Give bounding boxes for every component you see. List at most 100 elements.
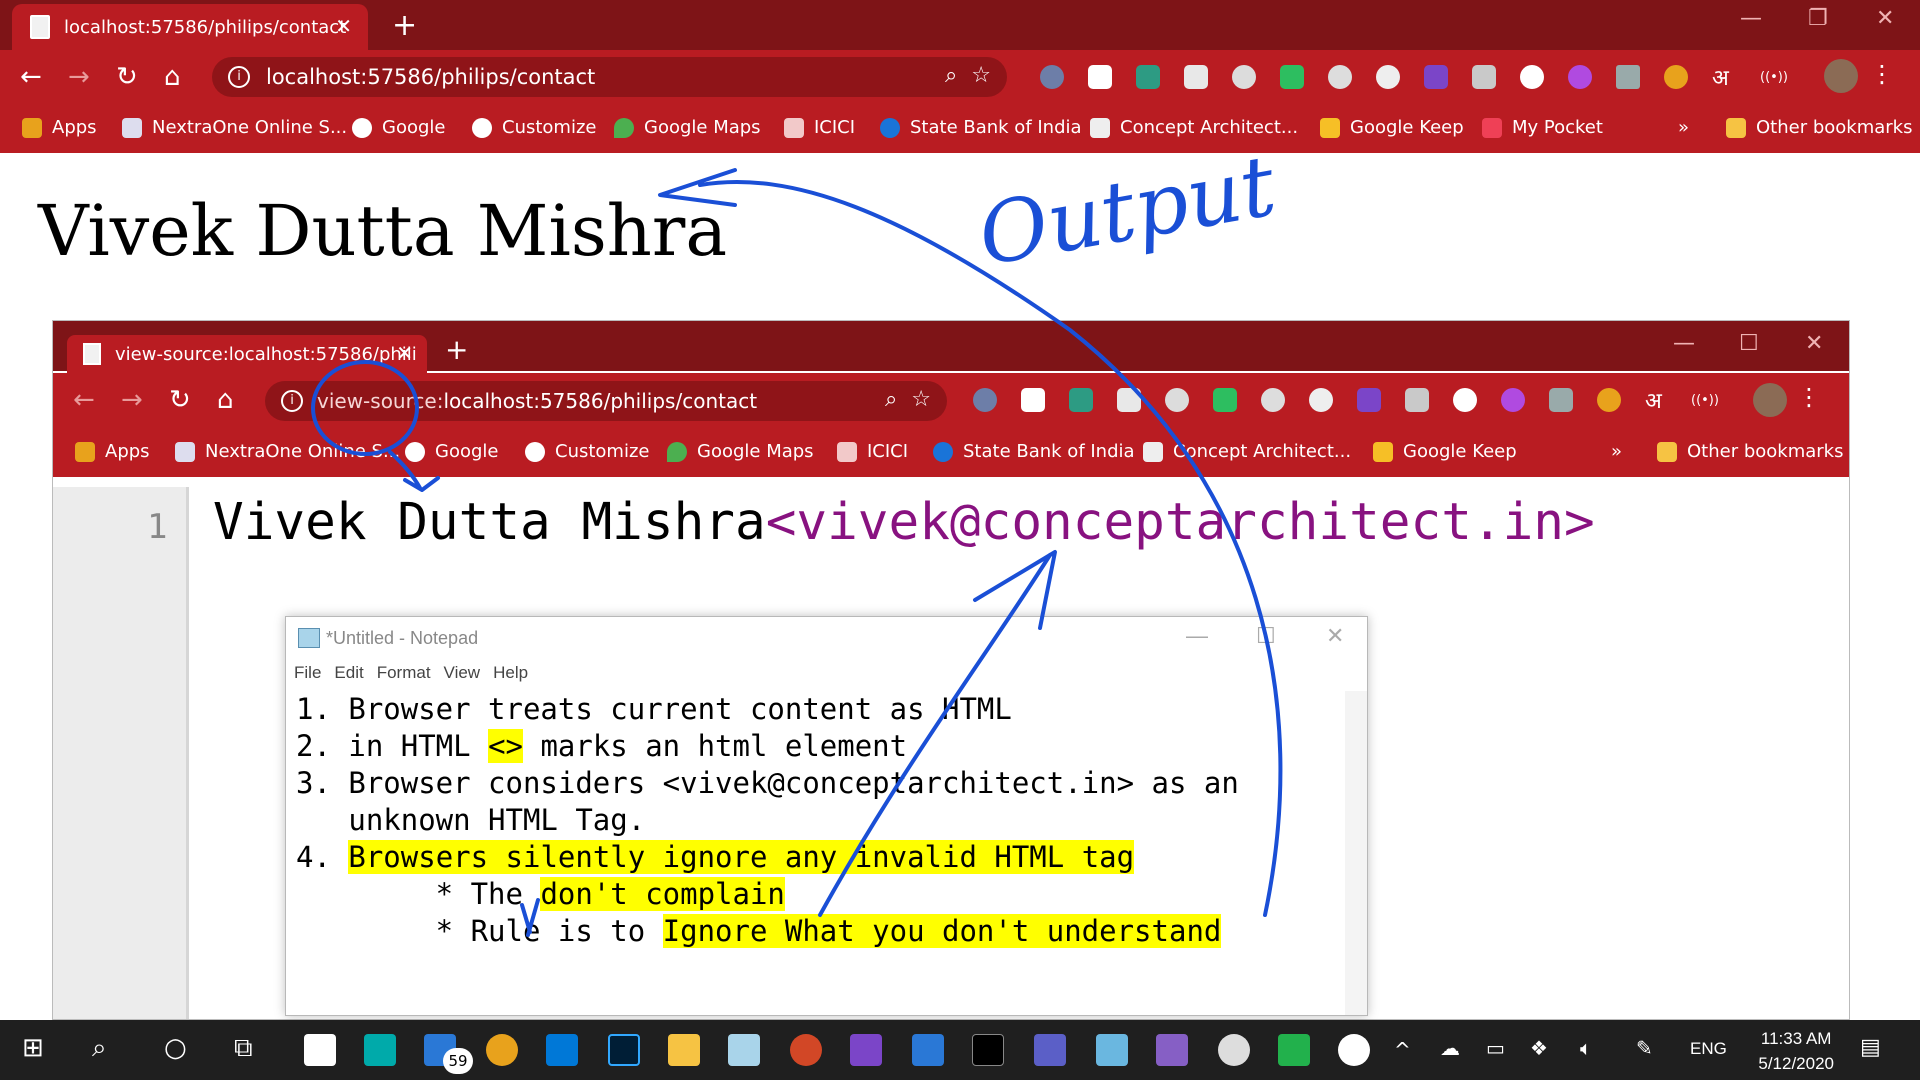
photoshop-icon[interactable]: [608, 1034, 640, 1066]
bookmark-apps[interactable]: Apps: [75, 441, 150, 462]
pen-icon[interactable]: [1616, 65, 1640, 89]
help-icon[interactable]: [1338, 1034, 1370, 1066]
gmail-icon[interactable]: [1184, 65, 1208, 89]
extension-icon[interactable]: [1453, 388, 1477, 412]
inner-tab[interactable]: view-source:localhost:57586/phili ✕: [67, 335, 427, 373]
close-tab-icon[interactable]: ✕: [335, 14, 352, 38]
forward-icon[interactable]: →: [121, 385, 143, 415]
infinity-icon[interactable]: [364, 1034, 396, 1066]
info-icon[interactable]: i: [228, 66, 250, 88]
extension-icon[interactable]: [1040, 65, 1064, 89]
visual-studio-icon[interactable]: [1156, 1034, 1188, 1066]
clock[interactable]: 11:33 AM 5/12/2020: [1758, 1026, 1834, 1076]
onedrive-icon[interactable]: ☁: [1440, 1036, 1460, 1060]
minimize-icon[interactable]: —: [1186, 623, 1208, 649]
extension-icon[interactable]: [1136, 65, 1160, 89]
home-icon[interactable]: ⌂: [164, 62, 181, 92]
bookmark-nextraone[interactable]: NextraOne Online S...: [175, 441, 400, 462]
outer-address-bar[interactable]: i localhost:57586/philips/contact ⌕ ☆: [212, 57, 1007, 97]
bookmark-icici[interactable]: ICICI: [837, 441, 908, 462]
app-icon[interactable]: [1096, 1034, 1128, 1066]
reload-icon[interactable]: ↻: [169, 385, 191, 415]
bookmark-google[interactable]: Google: [405, 441, 498, 462]
new-tab-icon[interactable]: +: [445, 333, 468, 366]
other-bookmarks[interactable]: Other bookmarks: [1657, 441, 1843, 462]
store-icon[interactable]: [546, 1034, 578, 1066]
bookmark-google-keep[interactable]: Google Keep: [1373, 441, 1517, 462]
onenote-icon[interactable]: [1424, 65, 1448, 89]
volume-icon[interactable]: 🔈︎: [1580, 1036, 1592, 1060]
react-icon[interactable]: [1165, 388, 1189, 412]
bookmark-google[interactable]: Google: [352, 117, 445, 138]
terminal-icon[interactable]: [972, 1034, 1004, 1066]
app-icon[interactable]: [1278, 1034, 1310, 1066]
chrome-icon[interactable]: [486, 1034, 518, 1066]
bookmark-google-maps[interactable]: Google Maps: [667, 441, 814, 462]
menu-edit[interactable]: Edit: [334, 663, 363, 683]
maximize-icon[interactable]: ☐: [1739, 331, 1759, 356]
task-view-icon[interactable]: ⧉: [234, 1033, 253, 1064]
extension-icon[interactable]: [1309, 388, 1333, 412]
extension-icon[interactable]: [1069, 388, 1093, 412]
avatar[interactable]: [1753, 383, 1787, 417]
color-wheel-icon[interactable]: [1664, 65, 1688, 89]
outer-tab[interactable]: localhost:57586/philips/contact ✕: [12, 4, 368, 50]
maximize-icon[interactable]: ☐: [1256, 623, 1276, 649]
bookmarks-overflow[interactable]: »: [1611, 441, 1622, 462]
notepad-scrollbar[interactable]: [1345, 691, 1367, 1015]
cast-icon[interactable]: ((•)): [1760, 70, 1788, 94]
bookmarks-overflow[interactable]: »: [1678, 117, 1689, 138]
inner-address-bar[interactable]: i view-source: localhost:57586/philips/co…: [265, 381, 947, 421]
file-explorer-icon[interactable]: [668, 1034, 700, 1066]
avatar[interactable]: [1824, 59, 1858, 93]
teams-icon[interactable]: [1034, 1034, 1066, 1066]
bookmark-sbi[interactable]: State Bank of India: [880, 117, 1082, 138]
react-icon[interactable]: [1232, 65, 1256, 89]
extension-icon[interactable]: [973, 388, 997, 412]
other-bookmarks[interactable]: Other bookmarks: [1726, 117, 1912, 138]
bookmark-concept-architect[interactable]: Concept Architect...: [1090, 117, 1298, 138]
menu-icon[interactable]: ⋮: [1797, 383, 1821, 411]
app-icon[interactable]: [912, 1034, 944, 1066]
bookmark-my-pocket[interactable]: My Pocket: [1482, 117, 1603, 138]
cast-icon[interactable]: ((•)): [1691, 393, 1719, 417]
dropbox-icon[interactable]: [1405, 388, 1429, 412]
menu-icon[interactable]: ⋮: [1870, 60, 1894, 88]
menu-file[interactable]: File: [294, 663, 321, 683]
dropbox-icon[interactable]: [1472, 65, 1496, 89]
onenote-icon[interactable]: [1357, 388, 1381, 412]
reload-icon[interactable]: ↻: [116, 62, 138, 92]
info-icon[interactable]: i: [281, 390, 303, 412]
hindi-icon[interactable]: अ: [1645, 385, 1669, 414]
pen-icon[interactable]: ✎: [1636, 1036, 1653, 1060]
onenote-icon[interactable]: [850, 1034, 882, 1066]
extension-icon[interactable]: [1520, 65, 1544, 89]
color-wheel-icon[interactable]: [1597, 388, 1621, 412]
battery-icon[interactable]: ▭: [1486, 1036, 1505, 1060]
bookmark-customize[interactable]: Customize: [525, 441, 649, 462]
evernote-icon[interactable]: [1213, 388, 1237, 412]
cortana-icon[interactable]: ○: [164, 1033, 187, 1063]
minimize-icon[interactable]: —: [1740, 6, 1762, 31]
hindi-icon[interactable]: अ: [1712, 62, 1736, 91]
zoom-star-icons[interactable]: ⌕ ☆: [885, 387, 931, 412]
close-tab-icon[interactable]: ✕: [396, 341, 413, 365]
restore-icon[interactable]: ❐: [1808, 6, 1828, 31]
bookmark-sbi[interactable]: State Bank of India: [933, 441, 1135, 462]
evernote-icon[interactable]: [1280, 65, 1304, 89]
extension-icon[interactable]: [1021, 388, 1045, 412]
close-window-icon[interactable]: ✕: [1805, 331, 1823, 356]
bookmark-apps[interactable]: Apps: [22, 117, 97, 138]
extension-icon[interactable]: [1376, 65, 1400, 89]
language-indicator[interactable]: ENG: [1690, 1039, 1727, 1059]
forward-icon[interactable]: →: [68, 62, 90, 92]
extension-icon[interactable]: [1501, 388, 1525, 412]
minimize-icon[interactable]: —: [1673, 331, 1695, 356]
menu-help[interactable]: Help: [493, 663, 528, 683]
bookmark-customize[interactable]: Customize: [472, 117, 596, 138]
home-icon[interactable]: ⌂: [217, 385, 234, 415]
bookmark-concept-architect[interactable]: Concept Architect...: [1143, 441, 1351, 462]
bookmark-nextraone[interactable]: NextraOne Online S...: [122, 117, 347, 138]
bookmark-icici[interactable]: ICICI: [784, 117, 855, 138]
extension-icon[interactable]: [1568, 65, 1592, 89]
